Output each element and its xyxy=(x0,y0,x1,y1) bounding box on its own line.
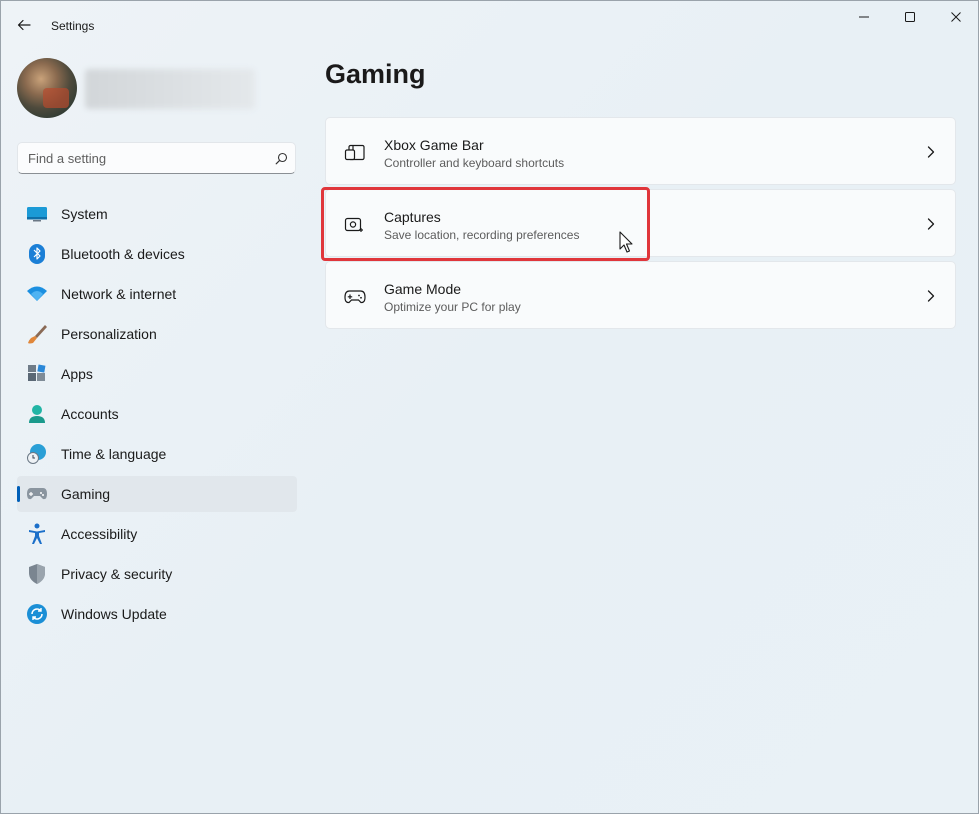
sidebar-item-label: Accessibility xyxy=(61,526,138,542)
search-box[interactable] xyxy=(17,142,296,174)
card-captures[interactable]: Captures Save location, recording prefer… xyxy=(325,189,956,257)
sidebar-item-label: System xyxy=(61,206,108,222)
sidebar-item-bluetooth[interactable]: Bluetooth & devices xyxy=(17,236,297,272)
apps-icon xyxy=(26,363,48,385)
accounts-icon xyxy=(26,403,48,425)
card-xbox-game-bar[interactable]: Xbox Game Bar Controller and keyboard sh… xyxy=(325,117,956,185)
sidebar-item-apps[interactable]: Apps xyxy=(17,356,297,392)
wifi-icon xyxy=(26,283,48,305)
search-input[interactable] xyxy=(18,150,267,166)
sidebar-item-accessibility[interactable]: Accessibility xyxy=(17,516,297,552)
back-button[interactable] xyxy=(9,11,39,39)
maximize-icon xyxy=(905,12,915,22)
close-button[interactable] xyxy=(933,1,979,33)
sidebar-item-time-language[interactable]: Time & language xyxy=(17,436,297,472)
sidebar-item-label: Network & internet xyxy=(61,286,177,302)
chevron-right-icon xyxy=(923,144,939,160)
card-game-mode[interactable]: Game Mode Optimize your PC for play xyxy=(325,261,956,329)
accessibility-icon xyxy=(26,523,48,545)
sidebar-item-personalization[interactable]: Personalization xyxy=(17,316,297,352)
sidebar-item-windows-update[interactable]: Windows Update xyxy=(17,596,297,632)
card-title: Game Mode xyxy=(384,281,462,297)
game-mode-icon xyxy=(344,286,366,308)
sidebar-item-accounts[interactable]: Accounts xyxy=(17,396,297,432)
chevron-right-icon xyxy=(923,216,939,232)
app-title: Settings xyxy=(51,19,95,33)
sidebar-nav: System Bluetooth & devices Network & int… xyxy=(17,196,297,636)
search-icon[interactable] xyxy=(267,152,295,165)
game-bar-icon xyxy=(344,142,366,164)
sidebar-item-label: Time & language xyxy=(61,446,167,462)
sidebar-item-network[interactable]: Network & internet xyxy=(17,276,297,312)
sidebar-item-label: Personalization xyxy=(61,326,157,342)
settings-card-list: Xbox Game Bar Controller and keyboard sh… xyxy=(325,117,956,333)
globe-clock-icon xyxy=(26,443,48,465)
minimize-button[interactable] xyxy=(841,1,887,33)
sidebar-item-label: Bluetooth & devices xyxy=(61,246,185,262)
sidebar-item-label: Windows Update xyxy=(61,606,167,622)
sidebar-item-privacy[interactable]: Privacy & security xyxy=(17,556,297,592)
back-arrow-icon xyxy=(17,19,31,31)
profile-name-redacted xyxy=(85,69,255,109)
update-icon xyxy=(26,603,48,625)
card-subtitle: Controller and keyboard shortcuts xyxy=(384,156,565,170)
minimize-icon xyxy=(859,16,869,18)
capture-icon xyxy=(344,214,366,236)
sidebar-item-system[interactable]: System xyxy=(17,196,297,232)
brush-icon xyxy=(26,323,48,345)
card-subtitle: Save location, recording preferences xyxy=(384,228,580,242)
page-title: Gaming xyxy=(325,59,426,89)
card-title: Xbox Game Bar xyxy=(384,137,484,153)
sidebar-item-label: Privacy & security xyxy=(61,566,173,582)
system-icon xyxy=(26,203,48,225)
sidebar-item-label: Gaming xyxy=(61,486,111,502)
chevron-right-icon xyxy=(923,288,939,304)
shield-icon xyxy=(26,563,48,585)
card-subtitle: Optimize your PC for play xyxy=(384,300,521,314)
avatar[interactable] xyxy=(17,58,77,118)
sidebar-item-label: Accounts xyxy=(61,406,119,422)
title-bar: Settings xyxy=(1,1,978,49)
close-icon xyxy=(951,12,961,22)
bluetooth-icon xyxy=(26,243,48,265)
gamepad-icon xyxy=(26,483,48,505)
sidebar-item-label: Apps xyxy=(61,366,93,382)
sidebar-item-gaming[interactable]: Gaming xyxy=(17,476,297,512)
card-title: Captures xyxy=(384,209,441,225)
settings-window: Settings System Bluetoot xyxy=(0,0,979,814)
maximize-button[interactable] xyxy=(887,1,933,33)
